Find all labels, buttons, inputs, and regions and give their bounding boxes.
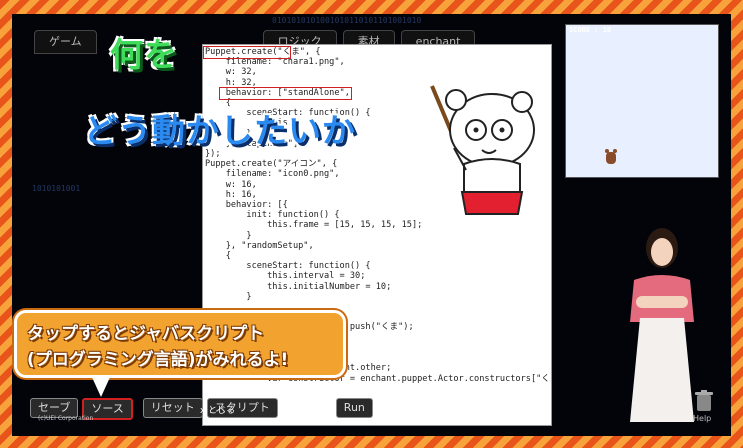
broadcast-frame: 0101010101001010110101101001010 10101010… (0, 0, 743, 448)
presenter-photo (630, 228, 694, 422)
score-label: SCORE : 10 (569, 26, 612, 34)
caption-top: 何を (110, 35, 178, 74)
tab-game[interactable]: ゲーム (34, 30, 97, 54)
close-button[interactable]: x とじる (200, 403, 235, 416)
tip-speech-bubble: タップするとジャバスクリプト (プログラミング言語)がみれるよ! (14, 310, 346, 397)
bear-mascot-illustration (430, 85, 535, 215)
copyright-text: (c)UEI Corporation (38, 415, 94, 422)
run-button[interactable]: Run (335, 398, 373, 418)
game-preview[interactable]: SCORE : 10 (565, 24, 719, 178)
help-link[interactable]: Help (693, 414, 711, 423)
trash-icon[interactable] (695, 390, 713, 412)
binary-decoration: 0101010101001010110101101001010 (272, 16, 422, 25)
tip-line-1: タップするとジャバスクリプト (27, 324, 265, 344)
reset-button[interactable]: リセット (142, 398, 203, 418)
highlight-behavior (219, 87, 352, 100)
app-screen: 0101010101001010110101101001010 10101010… (12, 14, 731, 436)
highlight-create (203, 46, 291, 59)
tip-line-2: (プログラミング言語)がみれるよ! (27, 350, 289, 370)
binary-decoration: 1010101001 (32, 184, 81, 193)
bear-sprite (605, 149, 617, 164)
caption-mid: どう動かしたいか (84, 111, 356, 150)
